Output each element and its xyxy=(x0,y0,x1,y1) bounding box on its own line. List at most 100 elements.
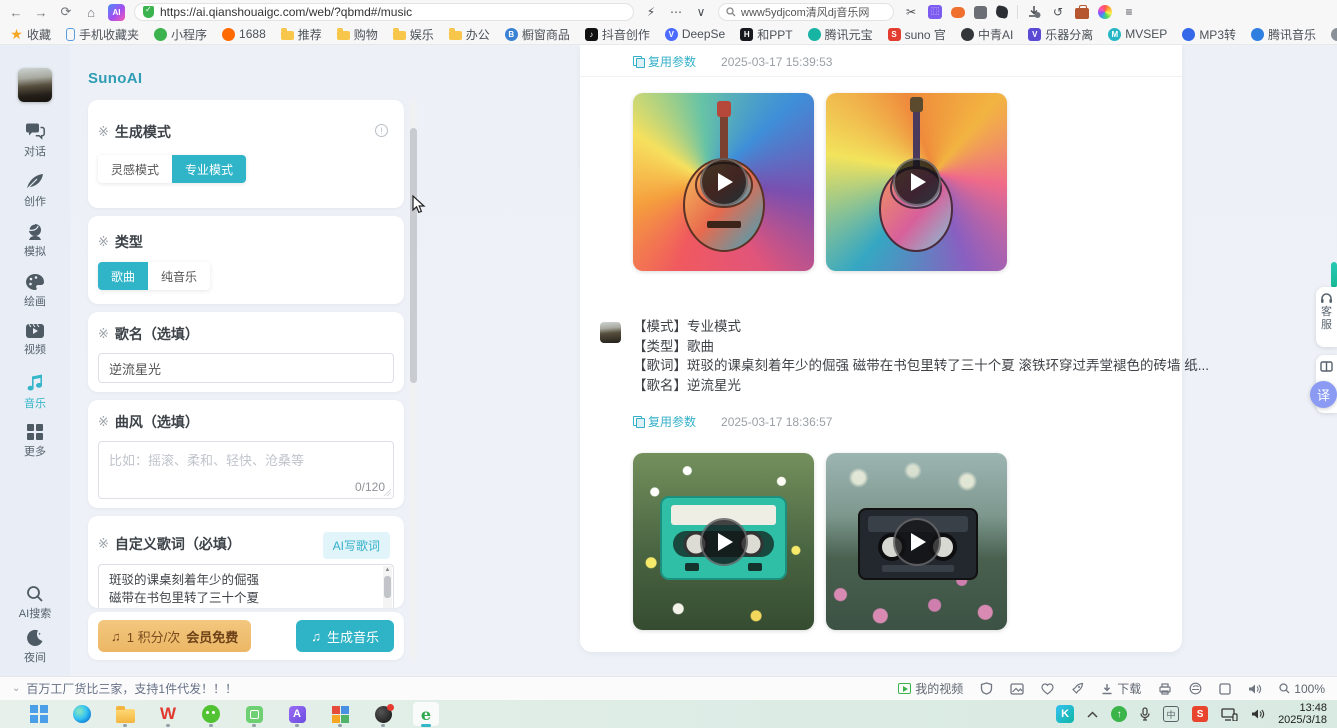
bookmark-item[interactable]: 收藏 xyxy=(10,26,51,43)
play-button[interactable] xyxy=(700,158,748,206)
input-method-icon[interactable]: 中 xyxy=(1163,706,1179,722)
zoom-level[interactable]: 100% xyxy=(1279,682,1325,696)
scrollbar-thumb[interactable] xyxy=(384,576,391,598)
address-bar[interactable]: https://ai.qianshouaigc.com/web/?qbmd#/m… xyxy=(134,3,634,21)
home-icon[interactable]: ⌂ xyxy=(83,5,99,20)
taskbar-wps[interactable]: W xyxy=(155,702,181,726)
bookmark-item[interactable]: ♪ 抖音创作 xyxy=(585,26,650,43)
album-art-cassette-1[interactable] xyxy=(633,453,814,630)
bookmark-item[interactable]: 腾讯元宝 xyxy=(808,26,873,43)
play-button[interactable] xyxy=(893,158,941,206)
bookmark-item[interactable]: 腾讯音乐 xyxy=(1251,26,1316,43)
bookmark-item[interactable]: M MVSEP xyxy=(1108,27,1167,41)
download-button[interactable]: 下载 xyxy=(1101,680,1141,697)
extension-purple-icon[interactable] xyxy=(928,5,942,19)
sidebar-item-simulate[interactable]: 模拟 xyxy=(0,223,70,259)
lyrics-textarea[interactable]: 斑驳的课桌刻着年少的倔强 磁带在书包里转了三十个夏 滚铁环穿过弄堂褪色的砖墙 ▲ xyxy=(98,564,394,608)
taskbar-player[interactable] xyxy=(370,702,396,726)
microphone-icon[interactable] xyxy=(1140,707,1150,721)
toolbox-icon[interactable] xyxy=(1075,8,1089,19)
volume-icon[interactable] xyxy=(1251,708,1265,720)
sidebar-item-video[interactable]: 视频 xyxy=(0,323,70,357)
bookmark-item[interactable]: 购物 xyxy=(337,26,378,43)
bookmark-item[interactable]: 娱乐 xyxy=(393,26,434,43)
download-icon[interactable] xyxy=(1027,5,1041,19)
page-scroll-indicator[interactable] xyxy=(1331,262,1337,288)
window-icon[interactable] xyxy=(1219,683,1231,695)
ie-icon[interactable] xyxy=(1189,682,1202,695)
bookmark-item[interactable]: 办公 xyxy=(449,26,490,43)
reuse-params-button[interactable]: 复用参数 xyxy=(633,53,696,70)
bookmark-item[interactable]: 1688 xyxy=(222,27,266,41)
chevron-down-icon[interactable]: ∨ xyxy=(693,4,709,20)
sidebar-item-music[interactable]: 音乐 xyxy=(0,373,70,411)
album-art-cassette-2[interactable] xyxy=(826,453,1007,630)
lightning-icon[interactable]: ⚡ xyxy=(643,4,659,20)
menu-icon[interactable]: ≡ xyxy=(1121,4,1137,20)
speedup-tray-icon[interactable]: ↑ xyxy=(1111,706,1127,722)
scrollbar-thumb[interactable] xyxy=(410,128,417,383)
kuaishou-tray-icon[interactable]: K xyxy=(1056,705,1074,723)
bookmark-item[interactable]: 中青AI xyxy=(961,26,1013,43)
taskbar-browser-active[interactable]: e xyxy=(413,702,439,726)
network-devices-icon[interactable] xyxy=(1221,708,1238,721)
resize-handle[interactable] xyxy=(384,489,391,496)
song-name-input[interactable] xyxy=(98,353,394,383)
panel-scrollbar[interactable] xyxy=(410,100,417,660)
mode-option-inspiration[interactable]: 灵感模式 xyxy=(98,155,172,183)
theme-wheel-icon[interactable] xyxy=(1098,5,1112,19)
search-box[interactable]: www5ydjcom清风dj音乐网 xyxy=(718,3,894,21)
generate-music-button[interactable]: ♫ 生成音乐 xyxy=(296,620,394,652)
bookmark-item[interactable]: 小程序 xyxy=(154,26,207,43)
sidebar-item-chat[interactable]: 对话 xyxy=(0,123,70,159)
taskbar-assistant[interactable]: A xyxy=(284,702,310,726)
ai-assistant-icon[interactable]: AI xyxy=(108,4,125,21)
bookmark-item[interactable]: S suno 官 xyxy=(888,26,946,43)
play-button[interactable] xyxy=(893,518,941,566)
reading-mode-icon[interactable] xyxy=(974,6,987,19)
tray-expand-icon[interactable] xyxy=(1087,711,1098,718)
taskbar-wechat[interactable] xyxy=(198,702,224,726)
style-textarea[interactable]: 比如：摇滚、柔和、轻快、沧桑等 0/120 xyxy=(98,441,394,499)
shield-icon[interactable] xyxy=(980,682,993,695)
back-icon[interactable]: ← xyxy=(8,5,24,20)
forward-icon[interactable]: → xyxy=(33,5,49,20)
my-video-button[interactable]: 我的视频 xyxy=(898,680,963,697)
bookmark-item[interactable]: MP3转 xyxy=(1182,26,1236,43)
bookmark-item[interactable]: 推荐 xyxy=(281,26,322,43)
bookmark-item[interactable]: V 乐器分离 xyxy=(1028,26,1093,43)
album-art-guitar-2[interactable] xyxy=(826,93,1007,271)
avatar[interactable] xyxy=(18,68,52,102)
sidebar-item-more[interactable]: 更多 xyxy=(0,423,70,459)
taskbar-clock[interactable]: 13:48 2025/3/18 xyxy=(1278,702,1327,726)
play-button[interactable] xyxy=(700,518,748,566)
translate-button[interactable]: 译 xyxy=(1310,381,1337,408)
type-option-instrumental[interactable]: 纯音乐 xyxy=(148,262,210,290)
taskbar-office-suite[interactable] xyxy=(327,702,353,726)
taskbar-edge[interactable] xyxy=(69,702,95,726)
printer-icon[interactable] xyxy=(1158,683,1172,695)
rocket-icon[interactable] xyxy=(1071,682,1084,695)
image-icon[interactable] xyxy=(1010,683,1024,695)
sidebar-item-create[interactable]: 创作 xyxy=(0,173,70,209)
reuse-params-button[interactable]: 复用参数 xyxy=(633,413,696,430)
bookmark-item[interactable]: 手机收藏夹 xyxy=(66,26,139,43)
bookmark-item[interactable]: 网易音乐 xyxy=(1331,26,1337,43)
bookmark-item[interactable]: H 和PPT xyxy=(740,26,792,43)
lyrics-scrollbar[interactable]: ▲ xyxy=(383,566,392,608)
more-dots-icon[interactable]: ⋯ xyxy=(668,4,684,20)
undo-icon[interactable]: ↺ xyxy=(1050,4,1066,20)
scroll-up-icon[interactable]: ▲ xyxy=(383,566,392,575)
bookmark-item[interactable]: V DeepSe xyxy=(665,27,725,41)
taskbar-explorer[interactable] xyxy=(112,702,138,726)
collapse-icon[interactable]: ⌄ xyxy=(12,683,20,694)
mode-option-professional[interactable]: 专业模式 xyxy=(172,155,246,183)
sidebar-item-paint[interactable]: 绘画 xyxy=(0,273,70,309)
scissors-icon[interactable]: ✂ xyxy=(903,4,919,20)
info-icon[interactable]: ! xyxy=(375,124,388,137)
ai-write-lyrics-button[interactable]: AI写歌词 xyxy=(323,532,390,559)
extension-dark-icon[interactable] xyxy=(995,5,1009,19)
credit-cost-button[interactable]: ♫ 1 积分/次 会员免费 xyxy=(98,620,251,652)
speaker-icon[interactable] xyxy=(1248,683,1262,695)
game-center-icon[interactable] xyxy=(951,7,965,18)
